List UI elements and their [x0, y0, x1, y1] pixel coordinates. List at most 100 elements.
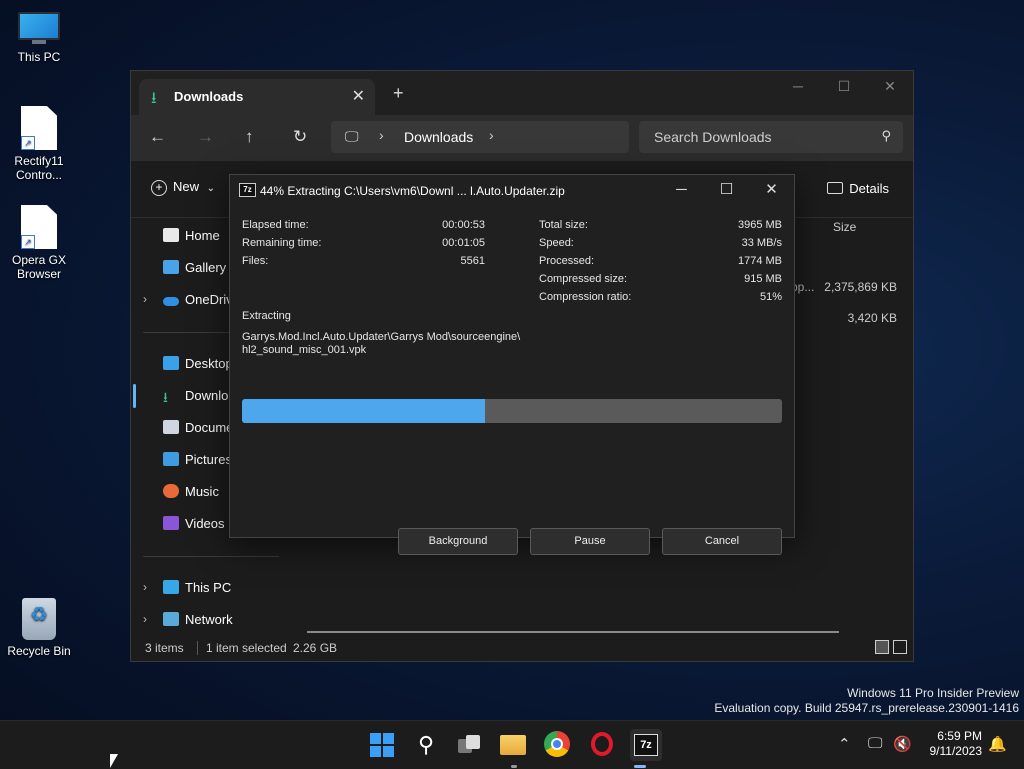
close-button[interactable]: ✕ — [749, 175, 794, 205]
dialog-window-controls: ─ ☐ ✕ — [659, 175, 794, 205]
item-count: 3 items — [145, 641, 184, 655]
close-tab-icon[interactable]: ✕ — [352, 86, 365, 106]
search-placeholder: Search Downloads — [654, 129, 772, 145]
view-toggle — [875, 640, 907, 654]
document-icon — [163, 420, 179, 434]
opera-taskbar-button[interactable] — [588, 731, 616, 759]
current-file-path: Garrys.Mod.Incl.Auto.Updater\Garrys Mod\… — [242, 331, 521, 343]
file-explorer-taskbar-button[interactable] — [500, 731, 528, 759]
back-arrow-icon[interactable]: ← — [149, 127, 166, 147]
chevron-right-icon[interactable]: › — [489, 127, 494, 143]
evaluation-watermark: Windows 11 Pro Insider Preview Evaluatio… — [714, 686, 1019, 716]
sidebar-item-network[interactable]: Network — [163, 612, 283, 632]
notification-bell-icon[interactable]: 🔔 — [988, 735, 1007, 753]
volume-muted-icon[interactable]: 🔇 — [893, 735, 912, 753]
expand-chevron-icon[interactable]: › — [143, 612, 147, 626]
pictures-icon — [163, 452, 179, 466]
horizontal-scrollbar[interactable] — [307, 631, 839, 633]
expand-chevron-icon[interactable]: › — [143, 580, 147, 594]
music-icon — [163, 484, 179, 498]
videos-icon — [163, 516, 179, 530]
download-icon: ⭳ — [163, 389, 168, 405]
network-icon[interactable]: 🖵 — [868, 735, 882, 752]
chevron-right-icon[interactable]: › — [379, 127, 384, 143]
cancel-button[interactable]: Cancel — [662, 528, 782, 555]
maximize-button[interactable]: ☐ — [821, 71, 867, 103]
maximize-button[interactable]: ☐ — [704, 175, 749, 205]
search-input[interactable]: Search Downloads ⚲ — [639, 121, 903, 153]
chrome-taskbar-button[interactable] — [544, 731, 572, 759]
chrome-icon — [544, 731, 570, 757]
home-icon — [163, 228, 179, 242]
taskbar: ⚲ 7z ⌃ 🖵 🔇 6:59 PM 9/11/2023 🔔 — [0, 720, 1024, 769]
tiles-view-icon[interactable] — [893, 640, 907, 654]
breadcrumb[interactable]: Downloads — [404, 129, 473, 145]
navigation-bar: ← → ↑ ↻ 🖵 › Downloads › Search Downloads… — [131, 115, 913, 161]
minimize-button[interactable]: ─ — [775, 71, 821, 103]
column-header-size[interactable]: Size — [833, 220, 856, 234]
computer-icon: 🖵 — [345, 128, 359, 144]
active-indicator — [133, 384, 136, 408]
tab-title: Downloads — [174, 89, 244, 104]
new-tab-button[interactable]: + — [393, 83, 404, 104]
minimize-button[interactable]: ─ — [659, 175, 704, 205]
mouse-cursor-icon — [110, 754, 118, 768]
desktop-icon-label: Opera GX Browser — [11, 253, 67, 281]
new-button[interactable]: + New ⌄ — [151, 179, 215, 196]
watermark-build: Evaluation copy. Build 25947.rs_prerelea… — [714, 701, 1019, 715]
desktop-icon-this-pc[interactable]: This PC — [0, 12, 78, 64]
start-button[interactable] — [368, 731, 396, 759]
selection-count: 1 item selected — [197, 641, 287, 655]
stat-compressed-size: Compressed size: 915 MB — [539, 273, 782, 285]
plus-icon: + — [151, 180, 167, 196]
file-size: 3,420 KB — [847, 311, 897, 325]
pause-button[interactable]: Pause — [530, 528, 650, 555]
task-view-button[interactable] — [456, 731, 484, 759]
address-bar[interactable]: 🖵 › Downloads › — [331, 121, 629, 153]
up-arrow-icon[interactable]: ↑ — [245, 127, 254, 147]
progress-fill — [242, 399, 485, 423]
sidebar-item-this-pc[interactable]: This PC — [163, 580, 283, 600]
file-explorer-icon — [500, 735, 526, 755]
stat-files: Files: 5561 — [242, 255, 485, 267]
close-button[interactable]: ✕ — [867, 71, 913, 103]
extraction-progress-dialog: 7z 44% Extracting C:\Users\vm6\Downl ...… — [229, 174, 795, 555]
tab-downloads[interactable]: ⭳ Downloads ✕ — [139, 79, 375, 115]
file-size: 2,375,869 KB — [824, 280, 897, 294]
desktop-icon-label: This PC — [17, 50, 61, 64]
clock-date: 9/11/2023 — [929, 744, 983, 758]
monitor-icon — [18, 12, 60, 46]
recycle-bin-icon — [22, 598, 56, 640]
7zip-taskbar-button[interactable]: 7z — [630, 729, 662, 761]
monitor-icon — [163, 580, 179, 594]
desktop-icon-recycle-bin[interactable]: Recycle Bin — [0, 598, 78, 658]
forward-arrow-icon[interactable]: → — [197, 127, 214, 147]
details-view-icon[interactable] — [875, 640, 889, 654]
network-icon — [163, 612, 179, 626]
stat-processed: Processed: 1774 MB — [539, 255, 782, 267]
progress-bar — [242, 399, 782, 423]
background-button[interactable]: Background — [398, 528, 518, 555]
refresh-icon[interactable]: ↻ — [293, 127, 307, 147]
clock-time: 6:59 PM — [937, 729, 982, 743]
dialog-titlebar: 7z 44% Extracting C:\Users\vm6\Downl ...… — [230, 175, 794, 205]
clock[interactable]: 6:59 PM 9/11/2023 — [930, 729, 983, 759]
cloud-icon — [163, 297, 179, 306]
chevron-up-icon[interactable]: ⌃ — [838, 735, 851, 753]
status-bar: 3 items 1 item selected 2.26 GB — [131, 637, 913, 661]
watermark-edition: Windows 11 Pro Insider Preview — [847, 686, 1019, 700]
task-view-icon — [458, 733, 482, 757]
file-shortcut-icon: ↗ — [21, 205, 57, 249]
search-button[interactable]: ⚲ — [412, 731, 440, 759]
search-icon: ⚲ — [881, 128, 891, 143]
desktop-icon-label: Rectify11 Contro... — [14, 154, 64, 182]
details-pane-icon — [827, 182, 844, 194]
details-button[interactable]: Details — [827, 181, 889, 196]
desktop-icon-opera-gx[interactable]: ↗ Opera GX Browser — [0, 205, 78, 281]
expand-chevron-icon[interactable]: › — [143, 292, 147, 306]
stat-elapsed-time: Elapsed time: 00:00:53 — [242, 219, 485, 231]
desktop-icon-label: Recycle Bin — [7, 644, 71, 658]
desktop-folder-icon — [163, 356, 179, 370]
desktop-icon-rectify11[interactable]: ↗ Rectify11 Contro... — [0, 106, 78, 182]
download-icon: ⭳ — [151, 90, 157, 107]
